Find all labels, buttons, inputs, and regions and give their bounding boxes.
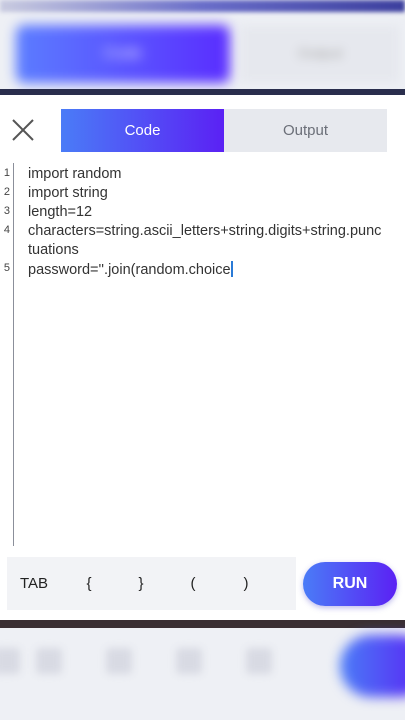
background-code-tab: Code (16, 25, 230, 83)
symbol-toolbar: TAB { } ( ) (7, 557, 296, 610)
background-key-blur (246, 648, 272, 674)
close-icon (12, 119, 34, 141)
close-paren-button[interactable]: ) (226, 557, 266, 610)
background-run-button-blur (340, 635, 405, 697)
code-line-active: password=''.join(random.choice (28, 261, 233, 278)
line-number: 4 (3, 224, 10, 236)
line-number: 5 (3, 262, 10, 274)
tab-key-button[interactable]: TAB (7, 557, 61, 610)
tab-code[interactable]: Code (61, 109, 224, 152)
background-top-blurred: Code Output (0, 0, 405, 95)
close-brace-button[interactable]: } (121, 557, 161, 610)
line-number-gutter: 1 2 3 4 5 (0, 163, 14, 546)
background-output-tab: Output (240, 25, 400, 83)
background-key-blur (176, 648, 202, 674)
editor-tabs: Code Output (61, 109, 387, 152)
background-output-tab-label: Output (297, 45, 343, 62)
run-button[interactable]: RUN (303, 562, 397, 606)
background-key-blur (106, 648, 132, 674)
tab-output[interactable]: Output (224, 109, 387, 152)
text-cursor (230, 261, 233, 277)
code-editor-panel: Code Output 1 2 3 4 5 import random impo… (0, 95, 405, 620)
line-number: 3 (3, 205, 10, 217)
background-key-blur (36, 648, 62, 674)
open-paren-button[interactable]: ( (173, 557, 213, 610)
line-number: 1 (3, 167, 10, 179)
code-line: import random (28, 166, 122, 182)
line-number: 2 (3, 186, 10, 198)
background-code-tab-label: Code (103, 45, 143, 62)
background-bottom-bar (0, 620, 405, 628)
background-bottom-blurred (0, 620, 405, 720)
code-line-text: password=''.join(random.choice (28, 262, 231, 278)
code-line: import string (28, 185, 108, 201)
background-top-bar (0, 0, 405, 12)
code-line-wrapped: tuations (28, 242, 79, 258)
background-key-blur (0, 648, 20, 674)
code-line: characters=string.ascii_letters+string.d… (28, 223, 382, 239)
open-brace-button[interactable]: { (69, 557, 109, 610)
close-button[interactable] (8, 115, 38, 145)
code-editor[interactable]: 1 2 3 4 5 import random import string le… (0, 163, 405, 546)
code-line: length=12 (28, 204, 93, 220)
